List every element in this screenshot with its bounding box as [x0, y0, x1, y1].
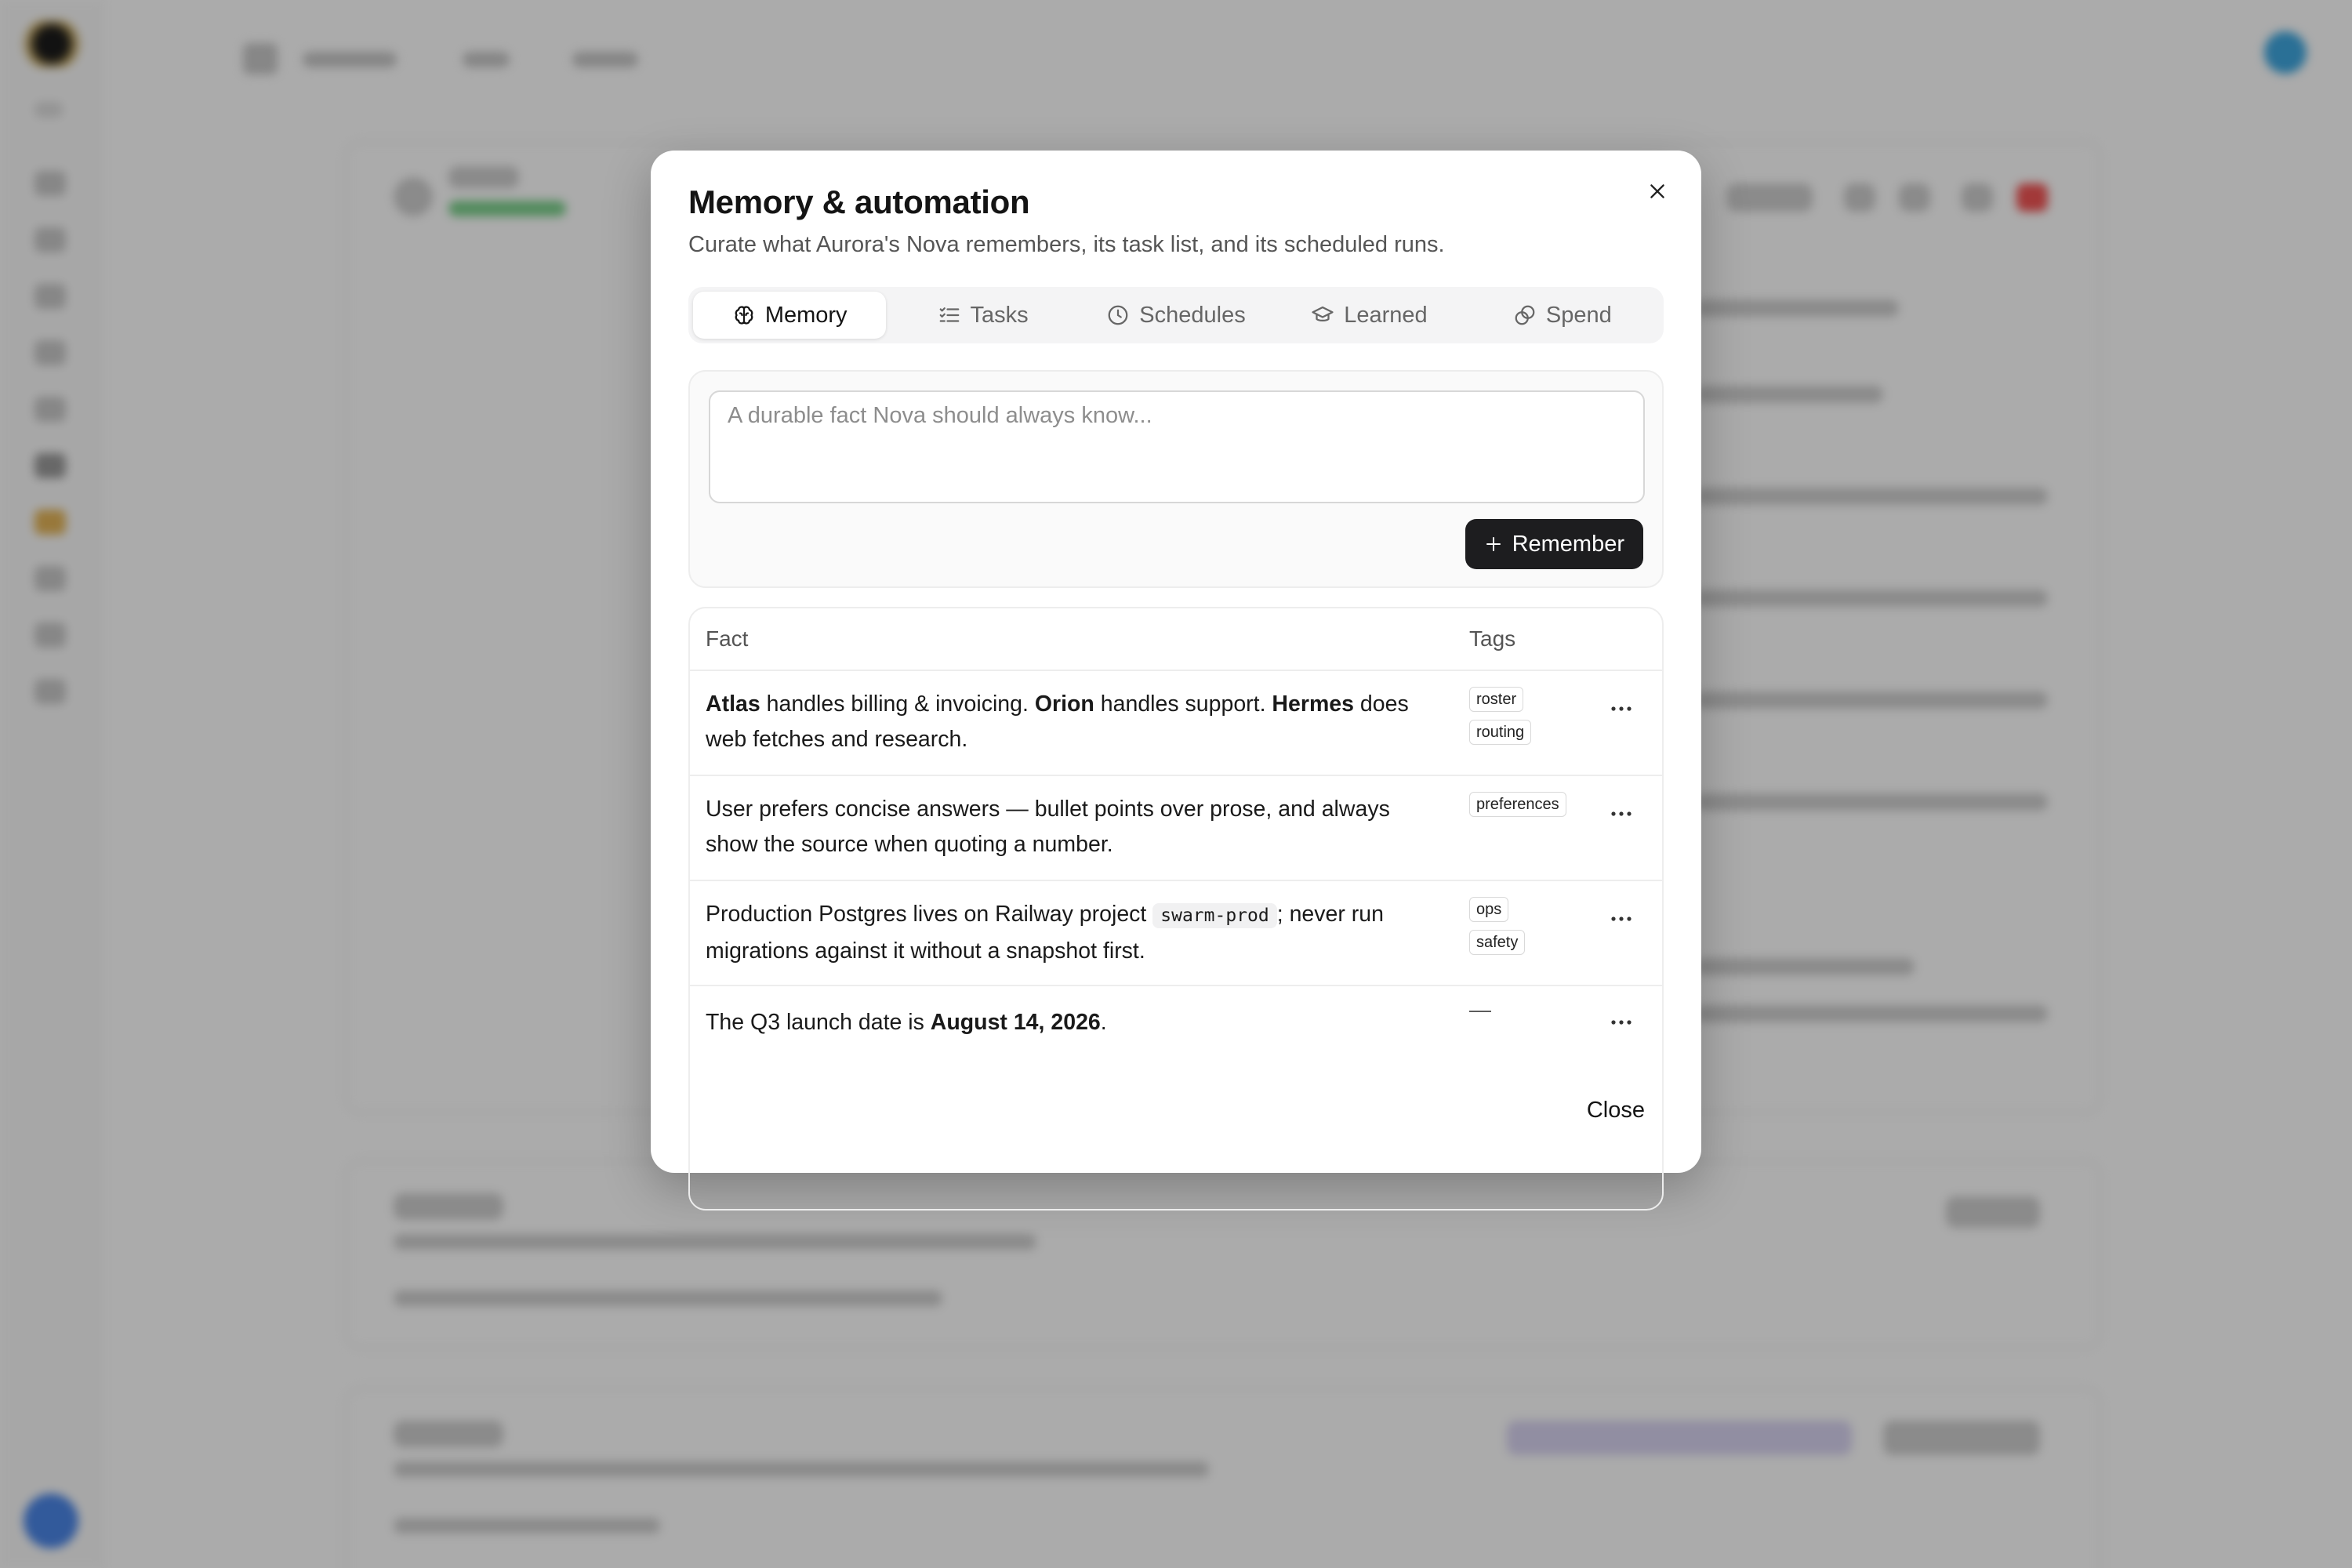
tab-label: Tasks — [970, 302, 1029, 328]
tag-badge: preferences — [1469, 792, 1566, 817]
tag-list: ops safety — [1469, 897, 1526, 955]
no-tags-placeholder: — — [1469, 997, 1491, 1022]
table-header: Fact Tags — [690, 608, 1662, 671]
remember-button-label: Remember — [1512, 531, 1624, 557]
row-menu-button[interactable] — [1604, 693, 1639, 724]
table-row[interactable]: Production Postgres lives on Railway pro… — [690, 881, 1662, 986]
clock-icon — [1108, 305, 1128, 325]
tag-list: roster routing — [1469, 687, 1532, 745]
table-row[interactable]: User prefers concise answers — bullet po… — [690, 776, 1662, 881]
more-horizontal-icon — [1611, 1020, 1632, 1025]
more-horizontal-icon — [1611, 811, 1632, 816]
close-button[interactable]: Close — [1579, 1091, 1653, 1130]
graduation-cap-icon — [1312, 306, 1334, 321]
tab-label: Spend — [1545, 302, 1612, 328]
row-menu-button[interactable] — [1604, 903, 1639, 935]
brain-icon — [735, 306, 753, 325]
checklist-icon — [939, 307, 959, 322]
fact-text: Atlas handles billing & invoicing. Orion… — [706, 691, 1409, 752]
tag-badge: safety — [1469, 930, 1526, 955]
tab-schedules[interactable]: Schedules — [1080, 292, 1272, 339]
facts-table: Fact Tags Atlas handles billing & invoic… — [688, 607, 1664, 1210]
more-horizontal-icon — [1611, 706, 1632, 711]
tag-list: — — [1469, 997, 1491, 1022]
fact-text: User prefers concise answers — bullet po… — [706, 797, 1390, 857]
fact-text: Production Postgres lives on Railway pro… — [706, 902, 1384, 964]
inline-code: swarm-prod — [1152, 903, 1277, 928]
tab-label: Learned — [1344, 302, 1428, 328]
row-menu-button[interactable] — [1604, 798, 1639, 829]
tab-tasks[interactable]: Tasks — [886, 292, 1079, 339]
memory-automation-dialog: Memory & automation Curate what Aurora's… — [651, 151, 1701, 1210]
memory-fact-input[interactable] — [709, 390, 1645, 503]
tag-badge: routing — [1469, 720, 1532, 745]
tag-badge: roster — [1469, 687, 1524, 712]
tab-bar: Memory Tasks Schedules Learned Spend — [688, 287, 1664, 343]
coins-icon — [1515, 305, 1535, 325]
dialog-close-button[interactable] — [1640, 174, 1675, 209]
column-header-tags: Tags — [1469, 626, 1516, 651]
dialog-subtitle: Curate what Aurora's Nova remembers, its… — [688, 232, 1445, 257]
tab-learned[interactable]: Learned — [1272, 292, 1465, 339]
close-icon — [1650, 184, 1664, 198]
tag-list: preferences — [1469, 792, 1566, 817]
fact-text: The Q3 launch date is August 14, 2026. — [706, 1010, 1107, 1035]
more-horizontal-icon — [1611, 916, 1632, 921]
memory-composer: Remember — [688, 370, 1664, 588]
remember-button[interactable]: Remember — [1465, 519, 1643, 569]
table-row[interactable]: The Q3 launch date is August 14, 2026. — — [690, 986, 1662, 1062]
row-menu-button[interactable] — [1604, 1007, 1639, 1038]
tab-memory[interactable]: Memory — [693, 292, 887, 339]
tab-label: Schedules — [1139, 302, 1246, 328]
table-row[interactable]: Atlas handles billing & invoicing. Orion… — [690, 671, 1662, 776]
tab-label: Memory — [764, 302, 848, 328]
tag-badge: ops — [1469, 897, 1509, 922]
plus-icon — [1486, 537, 1501, 551]
tab-spend[interactable]: Spend — [1466, 292, 1659, 339]
column-header-fact: Fact — [706, 626, 749, 651]
dialog-title: Memory & automation — [688, 183, 1030, 220]
